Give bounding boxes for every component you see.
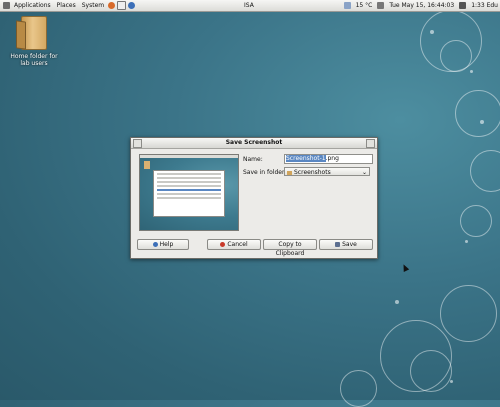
temperature: 15 °C (355, 2, 373, 9)
save-screenshot-dialog: Save Screenshot Name: Screenshot-1.png S… (130, 137, 378, 259)
name-label: Name: (243, 156, 263, 163)
desktop-folder[interactable]: Home folder for lab users (10, 16, 58, 67)
menu-system[interactable]: System (79, 2, 107, 9)
top-panel: Applications Places System ISA 15 °C Tue… (0, 0, 500, 12)
preview-window (153, 170, 225, 217)
filename-selected: Screenshot-1 (286, 155, 326, 162)
desktop-folder-label-2: lab users (20, 60, 48, 67)
help-button[interactable]: Help (137, 239, 189, 250)
filename-input[interactable]: Screenshot-1.png (284, 154, 373, 164)
mail-icon[interactable] (117, 1, 127, 10)
filename-ext: .png (325, 155, 339, 162)
help-icon[interactable] (128, 2, 136, 9)
save-button[interactable]: Save (319, 239, 373, 250)
dialog-titlebar[interactable]: Save Screenshot (131, 138, 377, 149)
copy-button-label: Copy to Clipboard (275, 241, 305, 257)
chevron-down-icon: ⌄ (361, 169, 367, 176)
help-icon (152, 242, 158, 247)
desktop-folder-label-1: Home folder for (10, 53, 58, 60)
clock[interactable]: Tue May 15, 16:44:03 (389, 2, 454, 9)
folder-icon (21, 16, 47, 50)
dialog-title: Save Screenshot (225, 139, 283, 146)
save-button-label: Save (342, 241, 357, 248)
menu-applications[interactable]: Applications (11, 2, 54, 9)
firefox-icon[interactable] (108, 2, 116, 9)
window-menu-icon[interactable] (133, 139, 142, 148)
cancel-button-label: Cancel (227, 241, 248, 248)
save-icon (335, 242, 341, 247)
weather-icon[interactable] (343, 2, 351, 9)
help-button-label: Help (159, 241, 174, 248)
close-icon[interactable] (366, 139, 375, 148)
cancel-icon (220, 242, 226, 247)
panel-tray: 15 °C Tue May 15, 16:44:03 1:33 Edu (343, 2, 498, 9)
folder-icon (287, 170, 292, 175)
panel-center-text: ISA (244, 2, 254, 9)
screenshot-preview (139, 154, 239, 231)
user-status[interactable]: 1:33 Edu (471, 2, 498, 9)
volume-icon[interactable] (459, 2, 467, 9)
cancel-button[interactable]: Cancel (207, 239, 261, 250)
folder-label: Save in folder: (243, 169, 287, 176)
mouse-pointer-icon (400, 263, 410, 272)
network-icon[interactable] (377, 2, 385, 9)
folder-value: Screenshots (294, 169, 331, 176)
foot-icon[interactable] (3, 2, 10, 9)
copy-to-clipboard-button[interactable]: Copy to Clipboard (263, 239, 317, 257)
menu-places[interactable]: Places (54, 2, 79, 9)
folder-combobox[interactable]: Screenshots ⌄ (284, 167, 370, 176)
